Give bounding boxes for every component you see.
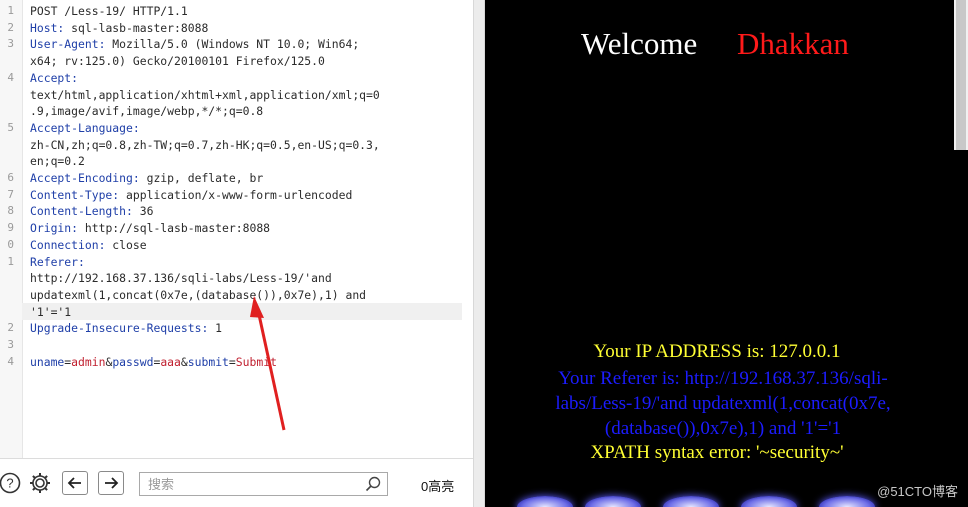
arrow-left-icon <box>67 477 81 489</box>
referer-line: (database()),0x7e),1) and '1'='1 <box>604 418 842 439</box>
ip-address-text: Your IP ADDRESS is: 127.0.0.1 <box>593 341 841 362</box>
decorative-orb <box>517 496 573 507</box>
scrollbar-thumb[interactable] <box>956 0 966 150</box>
next-button[interactable] <box>98 471 124 495</box>
referer-line: Your Referer is: http://192.168.37.136/s… <box>558 368 888 389</box>
user-name-text: Dhakkan <box>737 26 849 61</box>
welcome-text: Welcome <box>581 26 698 61</box>
arrow-right-icon <box>105 477 119 489</box>
search-box[interactable] <box>139 472 388 496</box>
help-icon: ? <box>0 472 21 494</box>
search-icon[interactable] <box>365 476 381 492</box>
xpath-error-text: XPATH syntax error: '~security~' <box>590 442 844 463</box>
help-button[interactable]: ? <box>0 471 22 495</box>
gear-icon <box>30 473 50 493</box>
search-input[interactable] <box>148 476 358 492</box>
request-editor-pane: 12345678901234 POST /Less-19/ HTTP/1.1 Ho… <box>0 0 473 507</box>
referer-line: labs/Less-19/'and updatexml(1,concat(0x7… <box>555 393 891 414</box>
editor-toolbar: ? 0高亮 <box>0 458 473 507</box>
watermark: @51CTO博客 <box>877 484 958 499</box>
scrollbar-track[interactable] <box>954 0 968 150</box>
decorative-orb <box>585 496 641 507</box>
response-render-pane: Welcome Dhakkan Your IP ADDRESS is: 127.… <box>485 0 968 507</box>
highlight-count: 0高亮 <box>421 479 455 494</box>
decorative-orb <box>741 496 797 507</box>
settings-button[interactable] <box>28 471 52 495</box>
previous-button[interactable] <box>62 471 88 495</box>
referer-text: Your Referer is: http://192.168.37.136/s… <box>511 366 935 441</box>
annotation-arrow <box>250 296 286 431</box>
svg-text:?: ? <box>6 476 13 491</box>
decorative-orb <box>663 496 719 507</box>
pane-divider[interactable] <box>473 0 485 507</box>
decorative-orb <box>819 496 875 507</box>
